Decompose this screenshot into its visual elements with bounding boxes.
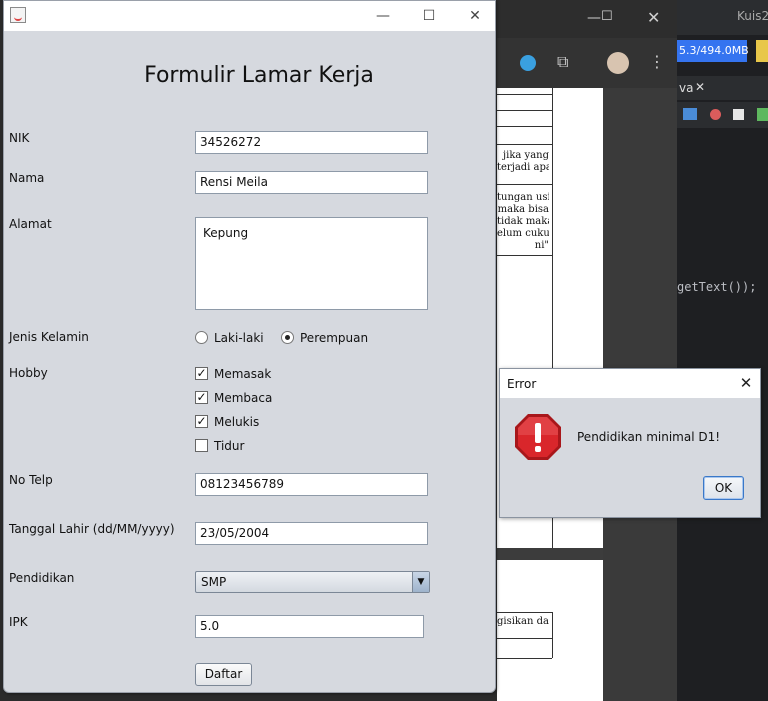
browser-close-icon[interactable]: ✕ bbox=[647, 8, 660, 27]
browser-toolbar: ⧉ ⋮ bbox=[497, 38, 677, 88]
nik-field[interactable]: 34526272 bbox=[195, 131, 428, 154]
ide-tab-close-icon[interactable]: ✕ bbox=[695, 80, 705, 94]
ide-breakpoint-icon[interactable] bbox=[710, 109, 721, 120]
ide-memory-text: 5.3/494.0MB bbox=[679, 44, 749, 57]
nik-label: NIK bbox=[9, 131, 30, 145]
doc-text-line: gisikan data bbox=[497, 616, 549, 627]
tanggal-lahir-label: Tanggal Lahir (dd/MM/yyyy) bbox=[9, 522, 175, 536]
checkbox-tidur-label[interactable]: Tidur bbox=[214, 439, 244, 453]
radio-laki-laki[interactable] bbox=[195, 331, 208, 344]
form-title: Formulir Lamar Kerja bbox=[144, 63, 374, 88]
no-telp-field[interactable]: 08123456789 bbox=[195, 473, 428, 496]
nama-field[interactable]: Rensi Meila bbox=[195, 171, 428, 194]
checkbox-membaca-label[interactable]: Membaca bbox=[214, 391, 272, 405]
radio-perempuan[interactable] bbox=[281, 331, 294, 344]
form-window: — ☐ ✕ Formulir Lamar Kerja NIK 34526272 … bbox=[3, 0, 496, 693]
dialog-title: Error bbox=[507, 377, 537, 391]
pendidikan-selected-value: SMP bbox=[201, 575, 227, 589]
error-dialog: Error ✕ Pendidikan minimal D1! OK bbox=[499, 368, 761, 518]
checkbox-membaca[interactable]: ✓ bbox=[195, 391, 208, 404]
browser-maximize-icon[interactable]: ☐ bbox=[601, 9, 613, 24]
window-titlebar: — ☐ ✕ bbox=[4, 1, 495, 31]
dialog-titlebar: Error ✕ bbox=[500, 369, 760, 398]
checkbox-tidur[interactable] bbox=[195, 439, 208, 452]
chevron-down-icon[interactable]: ▼ bbox=[412, 572, 429, 592]
dialog-close-button[interactable]: ✕ bbox=[736, 373, 756, 393]
doc-text-line: tidak maka bbox=[497, 216, 549, 227]
ide-run-icon[interactable] bbox=[757, 108, 768, 121]
ide-stop-icon[interactable] bbox=[733, 109, 744, 120]
ide-tab-bar: va ✕ bbox=[677, 76, 768, 100]
doc-text-line: jika yang bbox=[503, 150, 549, 161]
alamat-textarea[interactable]: Kepung bbox=[195, 217, 428, 310]
daftar-button[interactable]: Daftar bbox=[195, 663, 252, 686]
checkbox-melukis[interactable]: ✓ bbox=[195, 415, 208, 428]
checkbox-melukis-label[interactable]: Melukis bbox=[214, 415, 259, 429]
checkbox-memasak-label[interactable]: Memasak bbox=[214, 367, 271, 381]
ide-plugin-icon[interactable] bbox=[756, 40, 768, 62]
ide-project-title: Kuis2 bbox=[737, 9, 768, 23]
nama-label: Nama bbox=[9, 171, 45, 185]
no-telp-label: No Telp bbox=[9, 473, 53, 487]
window-minimize-button[interactable]: — bbox=[368, 5, 398, 27]
ipk-label: IPK bbox=[9, 615, 28, 629]
pendidikan-combobox[interactable]: SMP ▼ bbox=[195, 571, 430, 593]
puzzle-icon[interactable]: ⧉ bbox=[557, 52, 568, 72]
background-document-page-2: gisikan data bbox=[497, 560, 603, 701]
ide-titlebar: Kuis2 bbox=[677, 0, 768, 35]
doc-text-line: elum cukup bbox=[497, 228, 549, 239]
radio-laki-laki-label[interactable]: Laki-laki bbox=[214, 331, 264, 345]
doc-text-line: tungan usia, bbox=[497, 192, 549, 203]
dialog-message: Pendidikan minimal D1! bbox=[577, 430, 721, 444]
checkbox-memasak[interactable]: ✓ bbox=[195, 367, 208, 380]
ok-button[interactable]: OK bbox=[703, 476, 744, 500]
window-maximize-button[interactable]: ☐ bbox=[414, 5, 444, 27]
pendidikan-label: Pendidikan bbox=[9, 571, 75, 585]
java-app-icon bbox=[10, 7, 26, 23]
browser-menu-icon[interactable]: ⋮ bbox=[649, 52, 665, 71]
radio-perempuan-label[interactable]: Perempuan bbox=[300, 331, 368, 345]
browser-titlebar: — ☐ ✕ bbox=[497, 0, 677, 38]
ide-run-toolbar bbox=[677, 102, 768, 128]
browser-minimize-icon[interactable]: — bbox=[587, 10, 601, 26]
ide-tab-label[interactable]: va bbox=[679, 81, 693, 95]
ide-code-snippet: getText()); bbox=[677, 280, 757, 294]
error-stop-icon bbox=[515, 414, 561, 460]
ide-step-icon[interactable] bbox=[683, 108, 697, 120]
alamat-label: Alamat bbox=[9, 217, 52, 231]
ipk-field[interactable]: 5.0 bbox=[195, 615, 424, 638]
doc-text-line: ni" bbox=[534, 240, 549, 251]
window-close-button[interactable]: ✕ bbox=[460, 5, 490, 27]
hobby-label: Hobby bbox=[9, 366, 48, 380]
tanggal-lahir-field[interactable]: 23/05/2004 bbox=[195, 522, 428, 545]
profile-avatar[interactable] bbox=[607, 52, 629, 74]
doc-text-line: terjadi apa- bbox=[497, 162, 549, 173]
jenis-kelamin-label: Jenis Kelamin bbox=[9, 330, 89, 344]
ide-memory-indicator[interactable]: 5.3/494.0MB bbox=[677, 40, 749, 62]
extension-icon[interactable] bbox=[520, 55, 536, 71]
doc-text-line: maka bisa bbox=[497, 204, 549, 215]
